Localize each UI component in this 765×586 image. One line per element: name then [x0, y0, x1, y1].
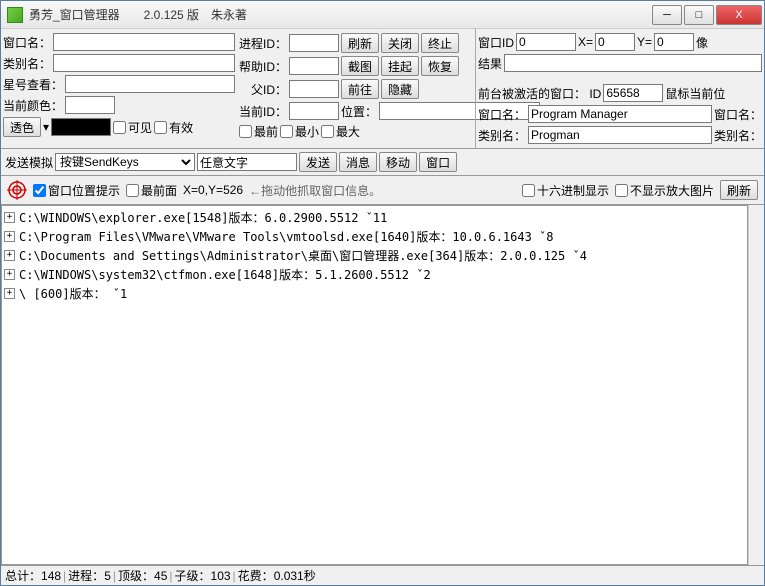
tree-item-text: C:\Program Files\VMware\VMware Tools\vmt… — [19, 228, 554, 245]
refresh-button[interactable]: 刷新 — [341, 33, 379, 53]
noimg-checkbox[interactable]: 不显示放大图片 — [615, 182, 714, 199]
winname2-input[interactable] — [528, 105, 712, 123]
hex-checkbox[interactable]: 十六进制显示 — [522, 182, 609, 199]
x-label: X= — [578, 35, 593, 49]
message-button[interactable]: 消息 — [339, 152, 377, 172]
visible-checkbox[interactable]: 可见 — [113, 119, 152, 136]
class3-label: 类别名： — [714, 127, 762, 144]
expand-icon[interactable]: + — [4, 212, 15, 223]
topmost-checkbox[interactable]: 最前 — [239, 123, 278, 140]
mouse-label: 鼠标当前位 — [665, 85, 725, 102]
send-button[interactable]: 发送 — [299, 152, 337, 172]
star-label: 星号查看： — [3, 76, 63, 93]
active-id-input[interactable] — [603, 84, 663, 102]
send-mode-combo[interactable]: 按键SendKeys — [55, 153, 195, 171]
winname-input[interactable] — [53, 33, 235, 51]
winname-label: 窗口名： — [3, 34, 51, 51]
winid-input[interactable] — [516, 33, 576, 51]
topmost2-checkbox[interactable]: 最前面 — [126, 182, 177, 199]
close-win-button[interactable]: 关闭 — [381, 33, 419, 53]
target-icon[interactable] — [7, 180, 27, 200]
showpos-checkbox[interactable]: 窗口位置提示 — [33, 182, 120, 199]
send-text-input[interactable] — [197, 153, 297, 171]
tree-item[interactable]: + \ [600]版本： ˇ1 — [4, 284, 745, 303]
goto-front-button[interactable]: 前往 — [341, 79, 379, 99]
terminate-button[interactable]: 终止 — [421, 33, 459, 53]
dropdown-icon[interactable]: ▾ — [43, 120, 49, 134]
curid-label: 当前ID： — [239, 103, 287, 120]
min-checkbox[interactable]: 最小 — [280, 123, 319, 140]
tree-item-text: C:\Documents and Settings\Administrator\… — [19, 247, 587, 264]
expand-icon[interactable]: + — [4, 269, 15, 280]
help-input[interactable] — [289, 57, 339, 75]
pid-input[interactable] — [289, 34, 339, 52]
tree-item-text: \ [600]版本： ˇ1 — [19, 285, 127, 302]
parent-input[interactable] — [289, 80, 339, 98]
result-input[interactable] — [504, 54, 762, 72]
suspend-button[interactable]: 挂起 — [381, 56, 419, 76]
px-label: 像 — [696, 34, 708, 51]
class2-input[interactable] — [528, 126, 712, 144]
hide-button[interactable]: 隐藏 — [381, 79, 419, 99]
curid-input[interactable] — [289, 102, 339, 120]
refresh2-button[interactable]: 刷新 — [720, 180, 758, 200]
class-label: 类别名： — [3, 55, 51, 72]
winname3-label: 窗口名： — [714, 106, 762, 123]
enabled-checkbox[interactable]: 有效 — [154, 119, 193, 136]
capture-button[interactable]: 截图 — [341, 56, 379, 76]
vertical-scrollbar[interactable] — [748, 205, 764, 565]
star-input[interactable] — [65, 75, 235, 93]
result-label: 结果 — [478, 55, 502, 72]
trans-color-swatch[interactable] — [51, 118, 111, 136]
tree-item-text: C:\WINDOWS\system32\ctfmon.exe[1648]版本：5… — [19, 266, 431, 283]
coords-text: X=0,Y=526 — [183, 183, 243, 197]
parent-label: 父ID： — [251, 81, 287, 98]
move-button[interactable]: 移动 — [379, 152, 417, 172]
winname2-label: 窗口名： — [478, 106, 526, 123]
maximize-button[interactable]: □ — [684, 5, 714, 25]
titlebar: 勇芳_窗口管理器 2.0.125 版 朱永著 ─ □ X — [1, 1, 764, 29]
window-button[interactable]: 窗口 — [419, 152, 457, 172]
app-icon — [7, 7, 23, 23]
max-checkbox[interactable]: 最大 — [321, 123, 360, 140]
close-button[interactable]: X — [716, 5, 762, 25]
restore-button[interactable]: 恢复 — [421, 56, 459, 76]
x-input[interactable] — [595, 33, 635, 51]
pid-label: 进程ID： — [239, 35, 287, 52]
class-input[interactable] — [53, 54, 235, 72]
tree-item[interactable]: + C:\WINDOWS\system32\ctfmon.exe[1648]版本：… — [4, 265, 745, 284]
pos-label: 位置： — [341, 103, 377, 120]
process-tree[interactable]: + C:\WINDOWS\explorer.exe[1548]版本：6.0.290… — [1, 205, 748, 565]
expand-icon[interactable]: + — [4, 231, 15, 242]
tree-item-text: C:\WINDOWS\explorer.exe[1548]版本：6.0.2900… — [19, 209, 387, 226]
expand-icon[interactable]: + — [4, 288, 15, 299]
y-input[interactable] — [654, 33, 694, 51]
send-label: 发送模拟 — [5, 154, 53, 171]
class2-label: 类别名： — [478, 127, 526, 144]
color-label: 当前颜色： — [3, 97, 63, 114]
winid-label: 窗口ID — [478, 34, 514, 51]
statusbar: 总计：148| 进程：5| 顶级：45| 子级：103| 花费：0.031秒 — [1, 565, 764, 585]
tree-item[interactable]: + C:\WINDOWS\explorer.exe[1548]版本：6.0.290… — [4, 208, 745, 227]
drag-hint: ←拖动他抓取窗口信息。 — [249, 182, 381, 199]
trans-color-button[interactable]: 透色 — [3, 117, 41, 137]
minimize-button[interactable]: ─ — [652, 5, 682, 25]
current-color-swatch[interactable] — [65, 96, 115, 114]
tree-item[interactable]: + C:\Documents and Settings\Administrator… — [4, 246, 745, 265]
active-label: 前台被激活的窗口： ID — [478, 85, 601, 102]
y-label: Y= — [637, 35, 652, 49]
help-label: 帮助ID： — [239, 58, 287, 75]
tree-item[interactable]: + C:\Program Files\VMware\VMware Tools\vm… — [4, 227, 745, 246]
expand-icon[interactable]: + — [4, 250, 15, 261]
window-title: 勇芳_窗口管理器 2.0.125 版 朱永著 — [29, 6, 652, 23]
